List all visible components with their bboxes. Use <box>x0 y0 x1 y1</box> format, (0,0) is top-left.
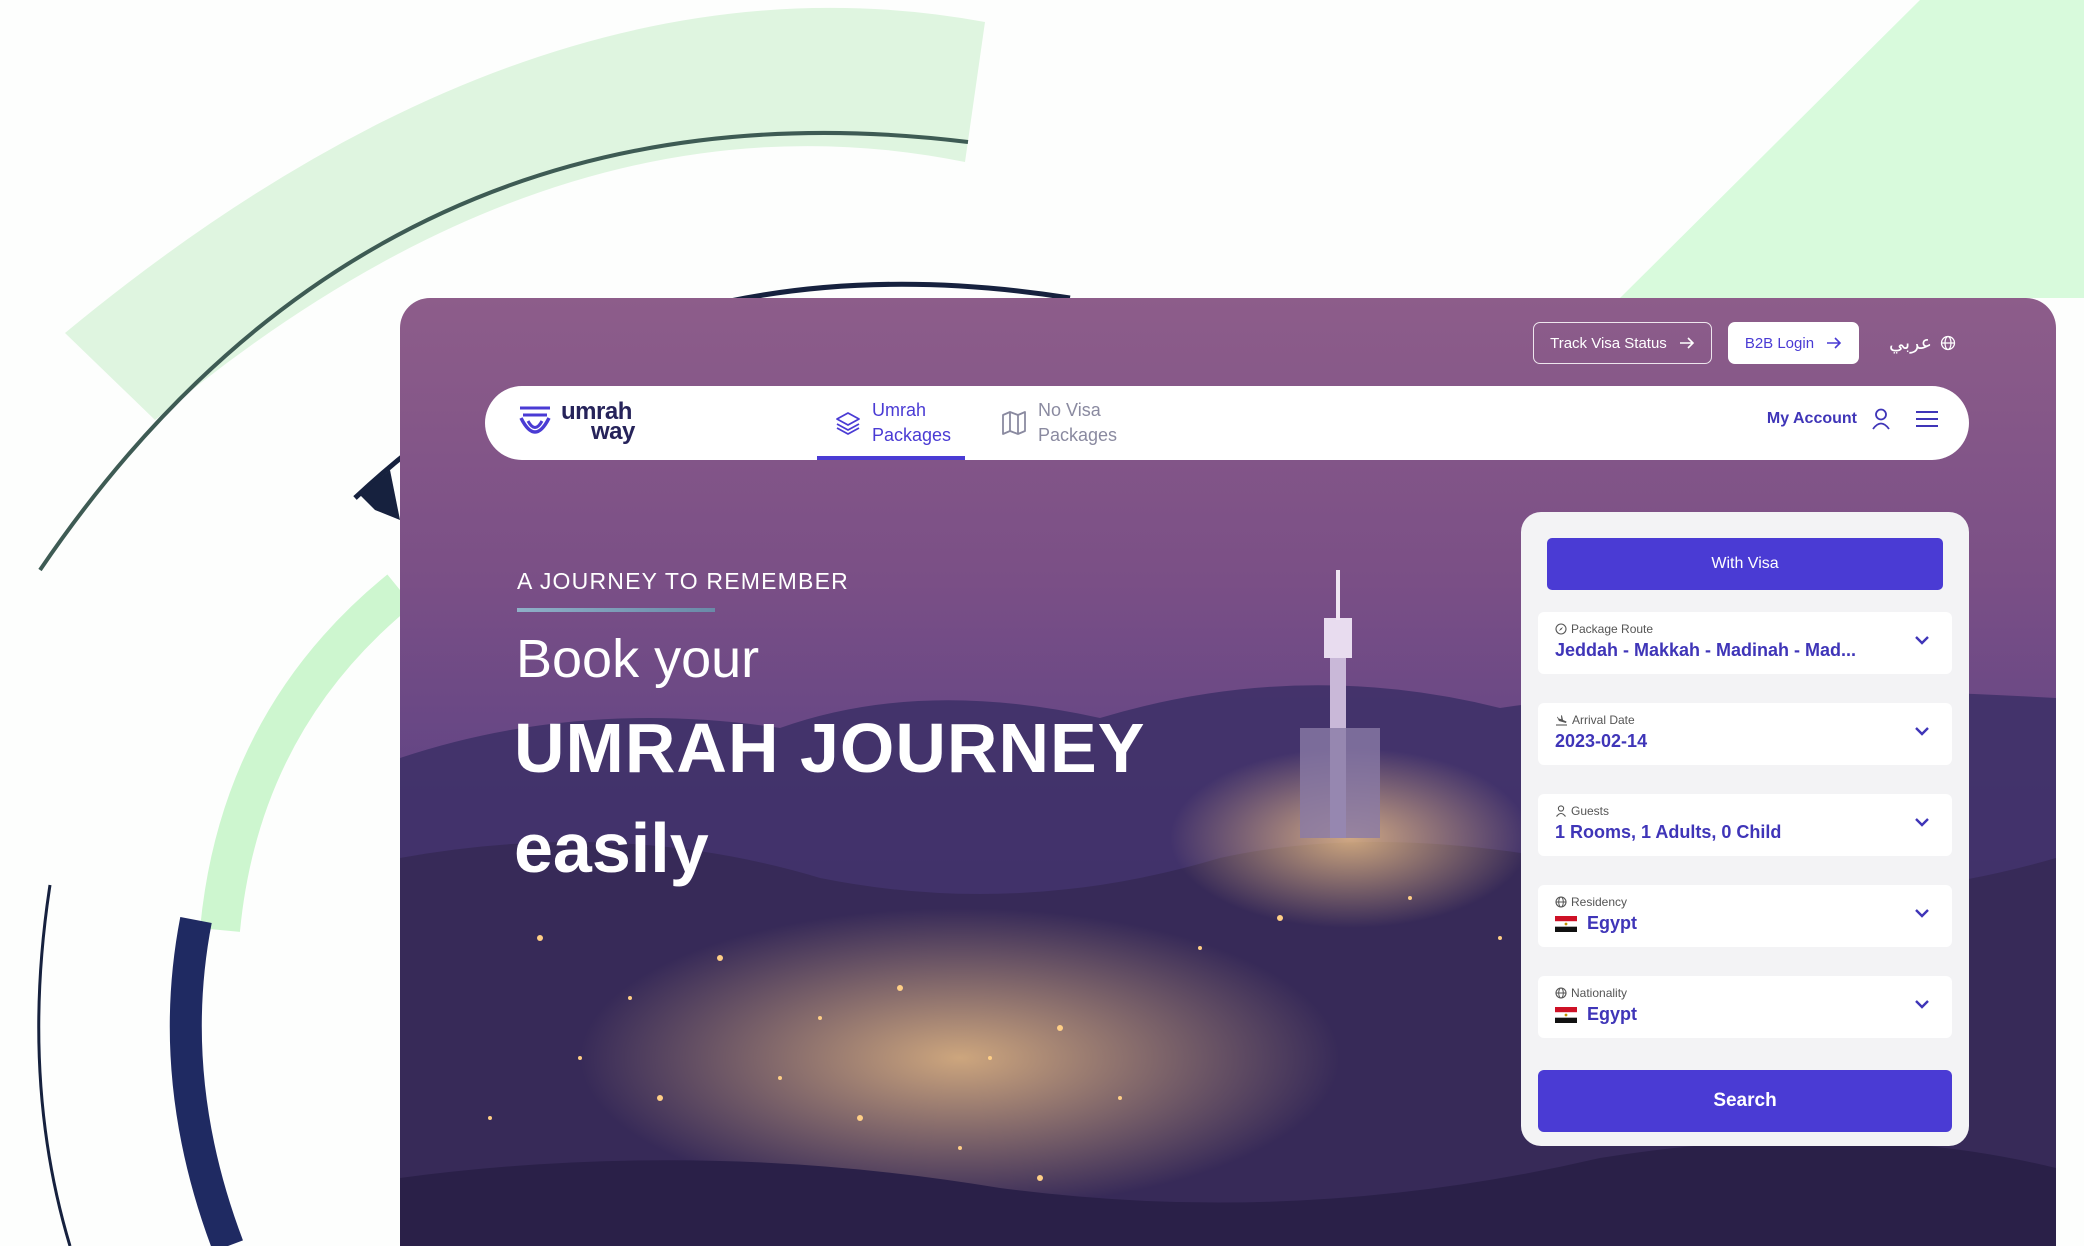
track-visa-status-button[interactable]: Track Visa Status <box>1533 322 1712 364</box>
booking-panel: With Visa Package Route Jeddah - Makkah … <box>1521 512 1969 1146</box>
active-tab-indicator <box>817 456 965 460</box>
field-value: Egypt <box>1555 1004 1637 1025</box>
hero-title-line-3: easily <box>514 809 709 887</box>
logo-mark-icon <box>519 406 551 434</box>
tab-no-visa-packages[interactable]: No Visa Packages <box>1000 398 1117 448</box>
chevron-down-icon <box>1915 1000 1929 1009</box>
globe-icon <box>1555 987 1567 999</box>
field-label: Arrival Date <box>1555 713 1635 727</box>
field-label: Residency <box>1555 895 1627 909</box>
chevron-down-icon <box>1915 636 1929 645</box>
package-route-select[interactable]: Package Route Jeddah - Makkah - Madinah … <box>1538 612 1952 674</box>
package-route-label: Package Route <box>1571 622 1654 636</box>
hero-kicker: A JOURNEY TO REMEMBER <box>517 568 849 594</box>
layers-icon <box>836 412 860 435</box>
plane-landing-icon <box>1556 715 1567 726</box>
menu-icon[interactable] <box>1915 410 1939 428</box>
user-icon <box>1556 805 1566 817</box>
field-label: Guests <box>1555 804 1609 818</box>
hero-title-line-1: Book your <box>516 629 760 689</box>
tab-label: Umrah Packages <box>872 398 951 448</box>
hero-title-line-2: UMRAH JOURNEY <box>514 709 1146 787</box>
language-label: عربي <box>1889 332 1932 354</box>
language-switcher[interactable]: عربي <box>1889 332 1956 355</box>
user-icon[interactable] <box>1871 408 1891 430</box>
globe-icon <box>1555 896 1567 908</box>
field-label: Package Route <box>1555 622 1653 636</box>
tab-label-line-2: Packages <box>1038 425 1118 445</box>
with-visa-button[interactable]: With Visa <box>1547 538 1943 590</box>
egypt-flag-icon <box>1555 1006 1577 1023</box>
field-label: Nationality <box>1555 986 1627 1000</box>
utility-bar: Track Visa Status B2B Login عربي <box>1533 322 1956 364</box>
guests-select[interactable]: Guests 1 Rooms, 1 Adults, 0 Child <box>1538 794 1952 856</box>
arrival-date-select[interactable]: Arrival Date 2023-02-14 <box>1538 703 1952 765</box>
chevron-down-icon <box>1915 727 1929 736</box>
guests-value: 1 Rooms, 1 Adults, 0 Child <box>1555 822 1782 842</box>
chevron-down-icon <box>1915 909 1929 918</box>
track-visa-status-label: Track Visa Status <box>1550 334 1667 352</box>
field-value: 2023-02-14 <box>1555 731 1647 752</box>
compass-icon <box>1555 623 1567 635</box>
package-route-value: Jeddah - Makkah - Madinah - Mad... <box>1555 640 1857 660</box>
account-area: My Account <box>1767 408 1939 430</box>
logo-wordmark: umrah way <box>561 400 635 445</box>
tab-label-line-1: Umrah <box>872 400 927 420</box>
globe-icon <box>1940 335 1956 351</box>
website-preview: Track Visa Status B2B Login عربي umrah w… <box>400 298 2056 1246</box>
field-value: Egypt <box>1555 913 1637 934</box>
residency-label: Residency <box>1571 895 1628 909</box>
chevron-down-icon <box>1915 818 1929 827</box>
residency-value: Egypt <box>1587 913 1638 933</box>
arrow-right-icon <box>1827 337 1842 349</box>
tab-label-line-1: No Visa <box>1038 400 1101 420</box>
arrival-date-label: Arrival Date <box>1572 713 1635 727</box>
field-value: 1 Rooms, 1 Adults, 0 Child <box>1555 822 1781 843</box>
field-value: Jeddah - Makkah - Madinah - Mad... <box>1555 640 1856 661</box>
residency-select[interactable]: Residency Egypt <box>1538 885 1952 947</box>
guests-label: Guests <box>1571 804 1610 818</box>
logo-line-2: way <box>591 418 635 445</box>
tab-label: No Visa Packages <box>1038 398 1117 448</box>
tab-umrah-packages[interactable]: Umrah Packages <box>834 398 951 448</box>
b2b-login-button[interactable]: B2B Login <box>1727 322 1860 364</box>
nationality-value: Egypt <box>1587 1004 1638 1024</box>
arrival-date-value: 2023-02-14 <box>1555 731 1648 751</box>
search-button[interactable]: Search <box>1538 1070 1952 1132</box>
tab-label-line-2: Packages <box>872 425 952 445</box>
arrow-right-icon <box>1679 337 1694 349</box>
map-icon <box>1002 411 1026 435</box>
main-navbar: umrah way Umrah Packages No Visa Package… <box>485 386 1969 460</box>
my-account-link[interactable]: My Account <box>1767 410 1857 428</box>
kicker-underline <box>517 608 715 612</box>
nationality-select[interactable]: Nationality Egypt <box>1538 976 1952 1038</box>
egypt-flag-icon <box>1555 915 1577 932</box>
nationality-label: Nationality <box>1571 986 1628 1000</box>
umrahway-logo[interactable]: umrah way <box>517 400 635 445</box>
b2b-login-label: B2B Login <box>1744 334 1815 352</box>
